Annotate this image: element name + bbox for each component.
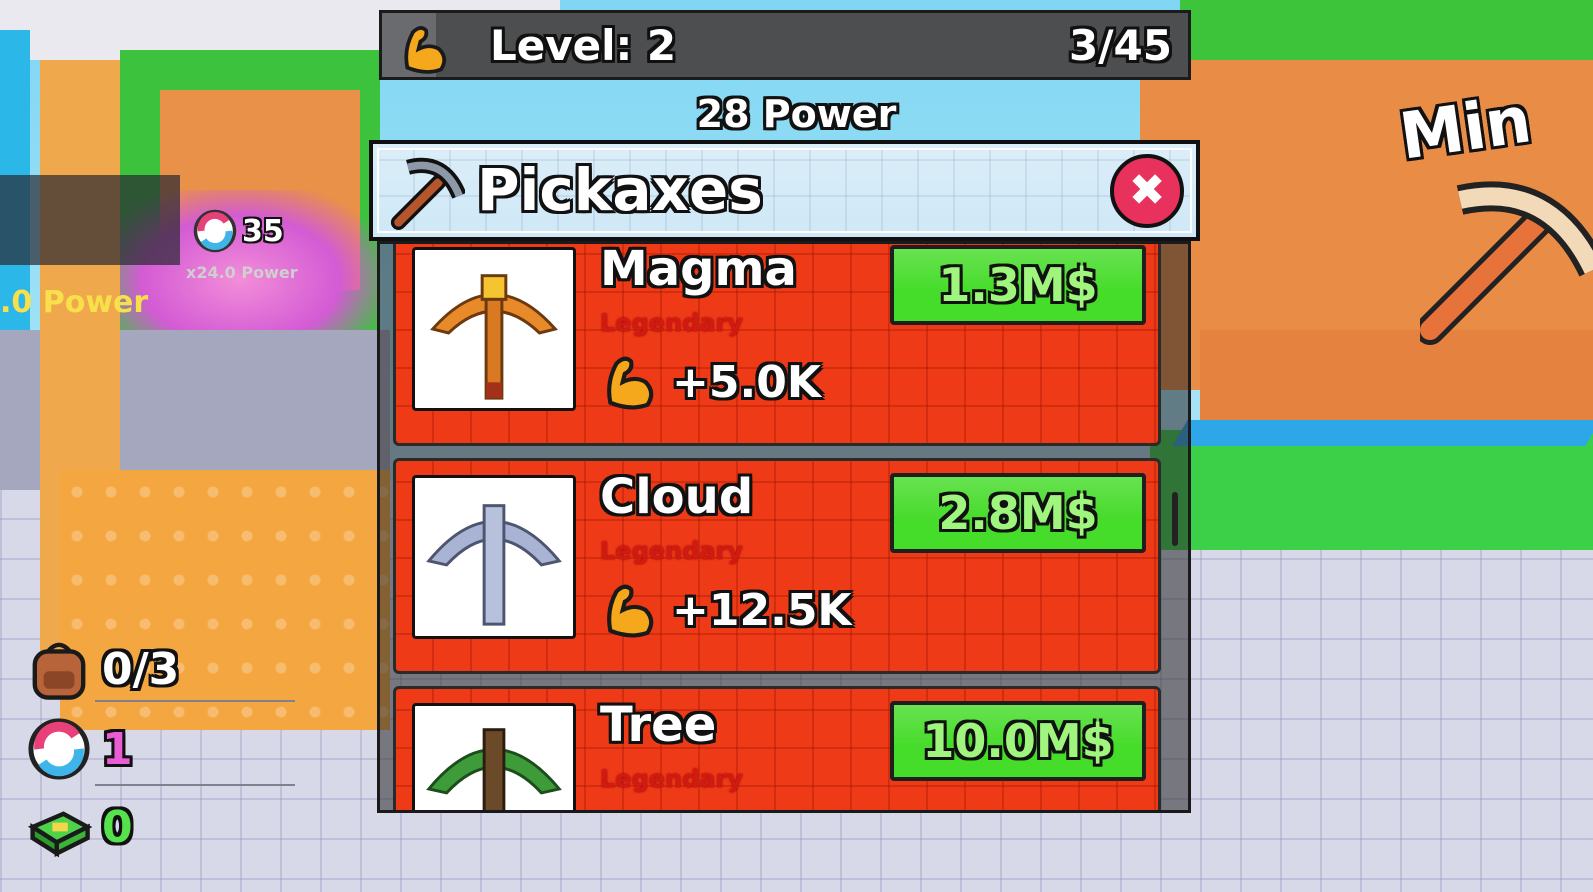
grass-patch — [1150, 430, 1593, 550]
pickaxe-boost-value: +12.5K — [672, 584, 852, 636]
pickaxe-rarity: Legendary — [600, 309, 743, 337]
stat-divider — [95, 700, 295, 702]
sign-partial-text: .0 Power — [0, 285, 149, 320]
price-label: 2.8M$ — [938, 486, 1098, 540]
pickaxe-card-cloud[interactable]: Cloud Legendary +12.5K 2.8M$ — [393, 458, 1161, 674]
pickaxe-rarity: Legendary — [600, 537, 743, 565]
stat-divider — [95, 784, 295, 786]
pickaxe-boost: +12.5K — [600, 579, 852, 641]
backpack-stat: 0/3 — [26, 636, 179, 702]
rebirth-sign: 35 — [192, 208, 284, 254]
buy-button[interactable]: 2.8M$ — [890, 473, 1146, 553]
backpack-value: 0/3 — [102, 643, 180, 695]
rebirth-sign-board — [0, 175, 180, 265]
close-x-icon: ✖ — [1128, 165, 1166, 216]
pickaxe-sign-icon — [1420, 181, 1593, 345]
rebirths-value: 1 — [102, 723, 133, 775]
rebirth-sign-count: 35 — [242, 213, 284, 249]
panel-title: Pickaxes — [477, 156, 763, 224]
pickaxe-thumbnail — [412, 703, 576, 810]
pickaxe-rarity: Legendary — [600, 765, 743, 793]
pickaxe-list[interactable]: Magma Legendary +5.0K 1.3M$ Cloud Legend… — [377, 241, 1191, 813]
pickaxe-boost: +5.0K — [600, 351, 821, 413]
buy-button[interactable]: 1.3M$ — [890, 245, 1146, 325]
price-label: 1.3M$ — [938, 258, 1098, 312]
cash-value: 0 — [102, 801, 133, 853]
close-button[interactable]: ✖ — [1110, 154, 1184, 228]
cloud-pickaxe-icon — [426, 504, 562, 626]
cash-stat: 0 — [26, 794, 133, 860]
sign-multiplier: x24.0 Power — [186, 263, 298, 282]
level-progress-text: 3/45 — [1068, 21, 1172, 70]
level-progress-bar: Level: 2 3/45 — [379, 10, 1191, 80]
buy-button[interactable]: 10.0M$ — [890, 701, 1146, 781]
rebirths-stat: 1 — [26, 716, 133, 782]
muscle-icon — [607, 584, 654, 638]
pickaxe-name: Tree — [600, 697, 717, 753]
pickaxes-panel-header: Pickaxes ✖ — [369, 140, 1200, 241]
pickaxe-thumbnail — [412, 475, 576, 639]
muscle-icon — [607, 356, 654, 410]
blue-lane — [1172, 420, 1593, 446]
backpack-icon — [32, 642, 86, 700]
rebirth-icon — [193, 209, 237, 253]
magma-pickaxe-icon — [430, 274, 558, 400]
pickaxe-icon — [390, 157, 465, 230]
muscle-icon — [404, 26, 447, 74]
price-label: 10.0M$ — [922, 714, 1114, 768]
cash-stack-icon — [27, 811, 92, 858]
level-label: Level: 2 — [490, 21, 677, 70]
pickaxe-card-magma[interactable]: Magma Legendary +5.0K 1.3M$ — [393, 241, 1161, 446]
pickaxe-thumbnail — [412, 247, 576, 411]
rebirth-icon — [28, 718, 90, 780]
pickaxe-card-tree[interactable]: Tree Legendary 10.0M$ — [393, 686, 1161, 810]
tree-pickaxe-icon — [426, 728, 562, 810]
power-text: 28 Power — [696, 92, 897, 136]
pickaxe-name: Magma — [600, 241, 797, 297]
pickaxe-boost-value: +5.0K — [672, 356, 821, 408]
pickaxe-name: Cloud — [600, 469, 754, 525]
list-scrollbar[interactable] — [1172, 492, 1178, 546]
